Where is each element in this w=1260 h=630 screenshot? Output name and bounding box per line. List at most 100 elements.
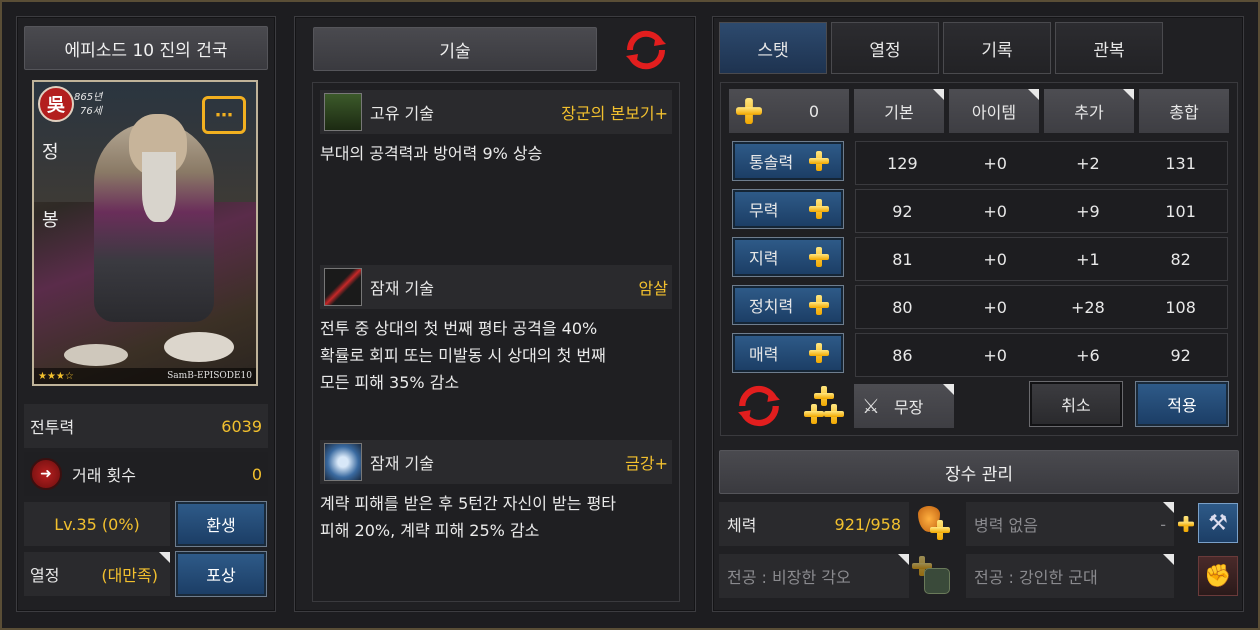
stat-total: 108 xyxy=(1165,297,1196,317)
trade-value: 0 xyxy=(251,464,262,484)
merit-row-1[interactable]: 전공 : 비장한 각오 xyxy=(719,554,909,598)
skill-name-2: 암살 xyxy=(638,279,668,298)
stat-extra: +6 xyxy=(1076,345,1100,365)
add-troops-icon[interactable] xyxy=(1178,516,1194,532)
stat-row: 129 +0 +2 131 xyxy=(855,141,1228,185)
refresh-skill-icon[interactable] xyxy=(622,28,670,72)
crossed-swords-icon: ⚔ xyxy=(862,394,880,418)
episode-button[interactable]: 에피소드 10 진의 건국 xyxy=(24,26,268,70)
passion-row[interactable]: 열정 (대만족) xyxy=(24,552,170,596)
trade-row: ➜ 거래 횟수 0 xyxy=(24,452,268,496)
stat-base: 81 xyxy=(892,249,913,269)
dish-icon xyxy=(164,332,234,362)
stat-item: +0 xyxy=(983,201,1007,221)
stat-total: 131 xyxy=(1165,153,1196,173)
stat-row: 86 +0 +6 92 xyxy=(855,333,1228,377)
name-char-1: 정 xyxy=(42,142,59,163)
skill-head-1[interactable]: 고유 기술 장군의 본보기+ xyxy=(320,90,672,134)
merit-2: 전공 : 강인한 군대 xyxy=(974,568,1098,587)
stat-button[interactable]: 매력 xyxy=(733,334,843,372)
stat-total: 101 xyxy=(1165,201,1196,221)
stat-extra: +2 xyxy=(1076,153,1100,173)
stat-points-box: 0 xyxy=(729,89,849,133)
fist-icon[interactable]: ✊ xyxy=(1198,556,1238,596)
header-total: 총합 xyxy=(1139,89,1229,133)
skill-desc-line: 전투 중 상대의 첫 번째 평타 공격을 40% xyxy=(320,319,598,338)
trade-label: 거래 횟수 xyxy=(72,466,136,485)
skill-head-2[interactable]: 잠재 기술 암살 xyxy=(320,265,672,309)
skill-desc-line: 피해 20%, 계략 피해 25% 감소 xyxy=(320,521,540,540)
stat-button[interactable]: 통솔력 xyxy=(733,142,843,180)
stat-base: 86 xyxy=(892,345,913,365)
stat-row: 92 +0 +9 101 xyxy=(855,189,1228,233)
stat-extra: +1 xyxy=(1076,249,1100,269)
troops-label: 병력 없음 xyxy=(974,516,1038,535)
plus-icon xyxy=(809,343,829,363)
chat-bubble-icon[interactable]: ⋯ xyxy=(202,96,246,134)
power-row: 전투력 6039 xyxy=(24,404,268,448)
stat-base: 129 xyxy=(887,153,918,173)
tab-record[interactable]: 기록 xyxy=(943,22,1051,74)
reward-button[interactable]: 포상 xyxy=(176,552,266,596)
stat-button[interactable]: 무력 xyxy=(733,190,843,228)
passion-value: (대만족) xyxy=(101,566,158,585)
troops-row[interactable]: 병력 없음 - xyxy=(966,502,1174,546)
skill-type-2: 잠재 기술 xyxy=(370,279,434,298)
stat-name: 매력 xyxy=(749,345,779,364)
stat-button[interactable]: 정치력 xyxy=(733,286,843,324)
plus-icon xyxy=(809,295,829,315)
hp-value: 921/958 xyxy=(834,514,901,534)
skill-title: 기술 xyxy=(313,27,597,71)
skill-head-3[interactable]: 잠재 기술 금강+ xyxy=(320,440,672,484)
hp-label: 체력 xyxy=(727,516,757,535)
header-base[interactable]: 기본 xyxy=(854,89,944,133)
stat-item: +0 xyxy=(983,345,1007,365)
age: 76세 xyxy=(80,106,102,117)
reset-stat-icon[interactable] xyxy=(736,384,782,428)
skill-desc-line: 확률로 회피 또는 미발동 시 상대의 첫 번째 xyxy=(320,346,606,365)
skill-type-3: 잠재 기술 xyxy=(370,454,434,473)
hammer-icon[interactable]: ⚒ xyxy=(1198,503,1238,543)
troops-value: - xyxy=(1160,514,1166,534)
stat-total: 92 xyxy=(1170,345,1191,365)
auto-distribute-icon[interactable] xyxy=(804,386,844,426)
skill-name-1: 장군의 본보기+ xyxy=(561,104,668,123)
general-beard xyxy=(142,152,176,222)
class-label: 무장 xyxy=(893,398,924,417)
rebirth-button[interactable]: 환생 xyxy=(176,502,266,546)
tab-passion[interactable]: 열정 xyxy=(831,22,939,74)
level-value: Lv.35 (0%) xyxy=(54,514,140,534)
stat-item: +0 xyxy=(983,297,1007,317)
potion-icon[interactable] xyxy=(914,504,952,542)
merit-swap-icon[interactable] xyxy=(912,556,952,596)
stat-row: 80 +0 +28 108 xyxy=(855,285,1228,329)
rarity-stars: ★★★☆ xyxy=(38,370,74,382)
skill-desc-line: 계략 피해를 받은 후 5턴간 자신이 받는 평타 xyxy=(320,494,617,513)
header-extra[interactable]: 추가 xyxy=(1044,89,1134,133)
plate-icon xyxy=(64,344,128,366)
apply-button[interactable]: 적용 xyxy=(1136,382,1228,426)
tab-uniform[interactable]: 관복 xyxy=(1055,22,1163,74)
cancel-button[interactable]: 취소 xyxy=(1030,382,1122,426)
stat-button[interactable]: 지력 xyxy=(733,238,843,276)
manage-general-button[interactable]: 장수 관리 xyxy=(719,450,1239,494)
skill-desc-1: 부대의 공격력과 방어력 9% 상승 xyxy=(320,140,676,167)
power-label: 전투력 xyxy=(30,418,75,437)
trade-arrow-icon[interactable]: ➜ xyxy=(30,458,62,490)
birth-year: 865년 xyxy=(74,92,103,103)
merit-row-2[interactable]: 전공 : 강인한 군대 xyxy=(966,554,1174,598)
assassin-skill-icon xyxy=(324,268,362,306)
level-box: Lv.35 (0%) xyxy=(24,502,170,546)
skill-desc-line: 모든 피해 35% 감소 xyxy=(320,373,460,392)
tab-stat[interactable]: 스탯 xyxy=(719,22,827,74)
stat-total: 82 xyxy=(1170,249,1191,269)
card-footer: ★★★☆ SamB-EPISODE10 xyxy=(34,368,256,384)
stat-base: 80 xyxy=(892,297,913,317)
plus-icon xyxy=(809,199,829,219)
class-selector[interactable]: ⚔ 무장 xyxy=(854,384,954,428)
plus-icon xyxy=(809,247,829,267)
stat-name: 통솔력 xyxy=(749,153,794,172)
header-item[interactable]: 아이템 xyxy=(949,89,1039,133)
stat-points: 0 xyxy=(808,101,819,121)
general-card[interactable]: 吳 865년 76세 ⋯ 정 봉 ★★★☆ SamB-EPISODE10 xyxy=(32,80,258,386)
